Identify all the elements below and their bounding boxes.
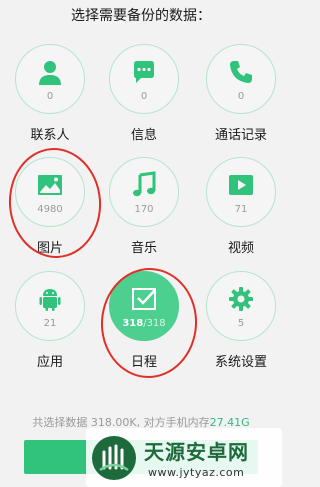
item-count: 170	[134, 204, 154, 215]
phone-icon	[230, 61, 252, 83]
page-title: 选择需要备份的数据：	[71, 8, 211, 24]
item-count: 71	[234, 204, 248, 215]
item-label: 联系人	[30, 128, 70, 143]
watermark-logo-icon	[92, 436, 136, 480]
watermark-title: 天源安卓网	[144, 440, 249, 464]
item-contacts[interactable]: 0 联系人	[0, 44, 94, 164]
item-label: 音乐	[130, 241, 157, 256]
gear-icon	[229, 287, 253, 311]
watermark: 天源安卓网 www.jytyaz.com	[86, 428, 282, 487]
item-count: 0	[140, 91, 148, 102]
item-label: 通话记录	[214, 128, 267, 143]
video-icon	[229, 175, 253, 195]
item-count: 5	[237, 318, 245, 329]
item-apps[interactable]: 21 应用	[0, 271, 94, 391]
item-count: 0	[237, 91, 245, 102]
item-label: 系统设置	[214, 355, 267, 370]
item-label: 应用	[36, 355, 63, 370]
android-icon	[39, 289, 61, 311]
item-label: 信息	[130, 128, 157, 143]
watermark-url: www.jytyaz.com	[148, 466, 245, 479]
message-icon	[134, 61, 154, 83]
item-count: 21	[43, 318, 57, 329]
item-messages[interactable]: 0 信息	[94, 44, 188, 164]
contact-icon	[39, 61, 61, 85]
item-label: 视频	[227, 241, 254, 256]
item-count: 0	[46, 91, 54, 102]
item-music[interactable]: 170 音乐	[94, 157, 188, 277]
music-icon	[133, 171, 156, 197]
item-call-log[interactable]: 0 通话记录	[191, 44, 285, 164]
item-videos[interactable]: 71 视频	[191, 157, 285, 277]
item-system-settings[interactable]: 5 系统设置	[191, 271, 285, 391]
